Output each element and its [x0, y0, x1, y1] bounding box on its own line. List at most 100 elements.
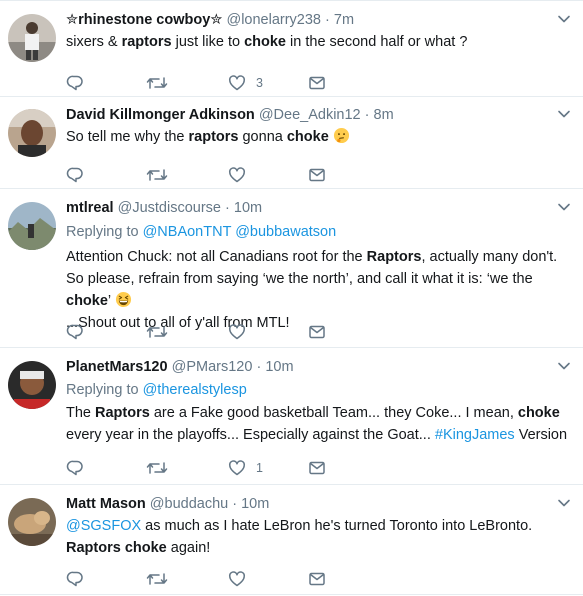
user-handle[interactable]: @buddachu — [150, 496, 228, 512]
tweet-actions — [66, 569, 366, 589]
message-icon — [309, 461, 325, 475]
like-button[interactable] — [228, 569, 246, 589]
tweet[interactable]: Matt Mason @buddachu · 10m @SGSFOX as mu… — [0, 485, 583, 595]
reply-icon — [66, 75, 83, 91]
like-button[interactable]: 3 — [228, 73, 263, 93]
chevron-down-icon[interactable] — [557, 496, 571, 510]
separator-dot: · — [225, 200, 230, 216]
replying-to: Replying to @therealstylesp — [66, 382, 247, 398]
tweet-actions: 3 — [66, 73, 366, 93]
display-name[interactable]: PlanetMars120 — [66, 359, 168, 375]
retweet-icon — [146, 462, 168, 474]
retweet-button[interactable] — [146, 569, 168, 589]
message-button[interactable] — [308, 458, 326, 478]
timestamp[interactable]: 8m — [374, 107, 394, 123]
chevron-down-icon[interactable] — [557, 12, 571, 26]
display-name[interactable]: ✮rhinestone cowboy✮ — [66, 12, 222, 28]
timestamp[interactable]: 7m — [334, 12, 354, 28]
retweet-button[interactable] — [146, 165, 168, 185]
timestamp[interactable]: 10m — [234, 200, 262, 216]
timestamp[interactable]: 10m — [241, 496, 269, 512]
message-button[interactable] — [308, 165, 326, 185]
tweet-text: The Raptors are a Fake good basketball T… — [66, 405, 568, 443]
message-button[interactable] — [308, 322, 326, 342]
reply-button[interactable] — [66, 322, 84, 342]
like-count: 3 — [256, 76, 263, 90]
reply-button[interactable] — [66, 569, 84, 589]
separator-dot: · — [364, 107, 370, 123]
tweet-header: David Killmonger Adkinson @Dee_Adkin12 ·… — [66, 105, 571, 125]
display-name[interactable]: mtlreal — [66, 200, 114, 216]
reply-button[interactable] — [66, 73, 84, 93]
like-icon — [228, 167, 246, 183]
like-count: 1 — [256, 461, 263, 475]
reply-button[interactable] — [66, 458, 84, 478]
like-icon — [228, 324, 246, 340]
separator-dot: · — [232, 496, 238, 512]
user-handle[interactable]: @PMars120 — [172, 359, 253, 375]
grinning-squinting-face-emoji-icon — [115, 291, 131, 308]
like-icon — [228, 75, 246, 91]
like-button[interactable] — [228, 165, 246, 185]
reply-icon — [66, 167, 83, 183]
user-handle[interactable]: @Dee_Adkin12 — [259, 107, 361, 123]
retweet-button[interactable] — [146, 322, 168, 342]
reply-button[interactable] — [66, 165, 84, 185]
chevron-down-icon[interactable] — [557, 359, 571, 373]
like-icon — [228, 571, 246, 587]
tweet-text: Attention Chuck: not all Canadians root … — [66, 249, 558, 331]
like-icon — [228, 460, 246, 476]
tweet-header: ✮rhinestone cowboy✮ @lonelarry238 · 7m — [66, 10, 571, 30]
tweet-feed: ✮rhinestone cowboy✮ @lonelarry238 · 7m s… — [0, 0, 583, 595]
reply-icon — [66, 460, 83, 476]
timestamp[interactable]: 10m — [265, 359, 293, 375]
message-icon — [309, 76, 325, 90]
message-button[interactable] — [308, 569, 326, 589]
retweet-button[interactable] — [146, 458, 168, 478]
tweet[interactable]: mtlreal @Justdiscourse · 10m Replying to… — [0, 189, 583, 348]
user-handle[interactable]: @lonelarry238 — [226, 12, 321, 28]
message-button[interactable] — [308, 73, 326, 93]
message-icon — [309, 572, 325, 586]
replying-to: Replying to @NBAonTNT @bubbawatson — [66, 224, 337, 240]
tweet-text: @SGSFOX as much as I hate LeBron he's tu… — [66, 518, 533, 556]
user-handle[interactable]: @Justdiscourse — [118, 200, 221, 216]
separator-dot: · — [256, 359, 262, 375]
tweet-actions — [66, 165, 366, 185]
mention-link[interactable]: @therealstylesp — [143, 382, 247, 398]
tweet-header: mtlreal @Justdiscourse · 10m — [66, 198, 571, 218]
mention-link[interactable]: @bubbawatson — [235, 224, 336, 240]
avatar[interactable] — [8, 498, 56, 546]
retweet-icon — [146, 573, 168, 585]
thinking-face-emoji-icon — [333, 127, 349, 144]
chevron-down-icon[interactable] — [557, 107, 571, 121]
message-icon — [309, 168, 325, 182]
like-button[interactable] — [228, 322, 246, 342]
tweet-text: So tell me why the raptors gonna choke — [66, 126, 571, 148]
mention-link[interactable]: @SGSFOX — [66, 518, 141, 534]
display-name[interactable]: David Killmonger Adkinson — [66, 107, 255, 123]
tweet-actions — [66, 322, 366, 342]
hashtag-link[interactable]: #KingJames — [435, 427, 515, 443]
reply-icon — [66, 324, 83, 340]
retweet-icon — [146, 169, 168, 181]
display-name[interactable]: Matt Mason — [66, 496, 146, 512]
tweet-actions: 1 — [66, 458, 366, 478]
avatar[interactable] — [8, 202, 56, 250]
tweet-header: Matt Mason @buddachu · 10m — [66, 494, 571, 514]
avatar[interactable] — [8, 361, 56, 409]
retweet-button[interactable] — [146, 73, 168, 93]
tweet[interactable]: ✮rhinestone cowboy✮ @lonelarry238 · 7m s… — [0, 0, 583, 97]
mention-link[interactable]: @NBAonTNT — [143, 224, 232, 240]
avatar[interactable] — [8, 14, 56, 62]
tweet[interactable]: PlanetMars120 @PMars120 · 10m Replying t… — [0, 348, 583, 485]
message-icon — [309, 325, 325, 339]
chevron-down-icon[interactable] — [557, 200, 571, 214]
retweet-icon — [146, 326, 168, 338]
like-button[interactable]: 1 — [228, 458, 263, 478]
avatar[interactable] — [8, 109, 56, 157]
tweet[interactable]: David Killmonger Adkinson @Dee_Adkin12 ·… — [0, 97, 583, 189]
tweet-header: PlanetMars120 @PMars120 · 10m — [66, 357, 571, 377]
reply-icon — [66, 571, 83, 587]
tweet-text: sixers & raptors just like to choke in t… — [66, 34, 468, 50]
